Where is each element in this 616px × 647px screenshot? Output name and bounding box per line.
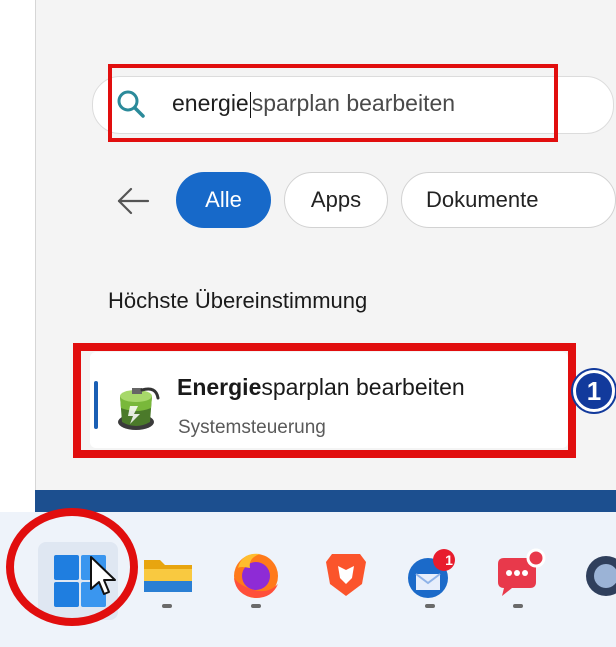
back-arrow-icon[interactable] (116, 186, 150, 216)
filter-apps-tab[interactable]: Apps (284, 172, 388, 228)
search-highlight-frame (108, 64, 558, 142)
file-explorer-icon[interactable] (140, 548, 196, 602)
running-indicator (251, 604, 261, 608)
running-indicator (425, 604, 435, 608)
running-indicator (513, 604, 523, 608)
brave-icon[interactable] (318, 548, 374, 602)
desktop-wallpaper-strip (35, 490, 616, 512)
firefox-icon[interactable] (228, 548, 284, 602)
start-highlight-circle (6, 508, 138, 626)
app-icon-partial[interactable] (578, 548, 616, 602)
thunderbird-unread-count: 1 (445, 552, 453, 568)
chat-app-icon[interactable] (490, 548, 546, 602)
filter-all-tab[interactable]: Alle (176, 172, 271, 228)
filter-documents-tab[interactable]: Dokumente (401, 172, 616, 228)
best-match-heading: Höchste Übereinstimmung (108, 288, 368, 313)
step-number-badge: 1 (573, 370, 615, 412)
running-indicator (162, 604, 172, 608)
result-highlight-frame (73, 343, 576, 458)
